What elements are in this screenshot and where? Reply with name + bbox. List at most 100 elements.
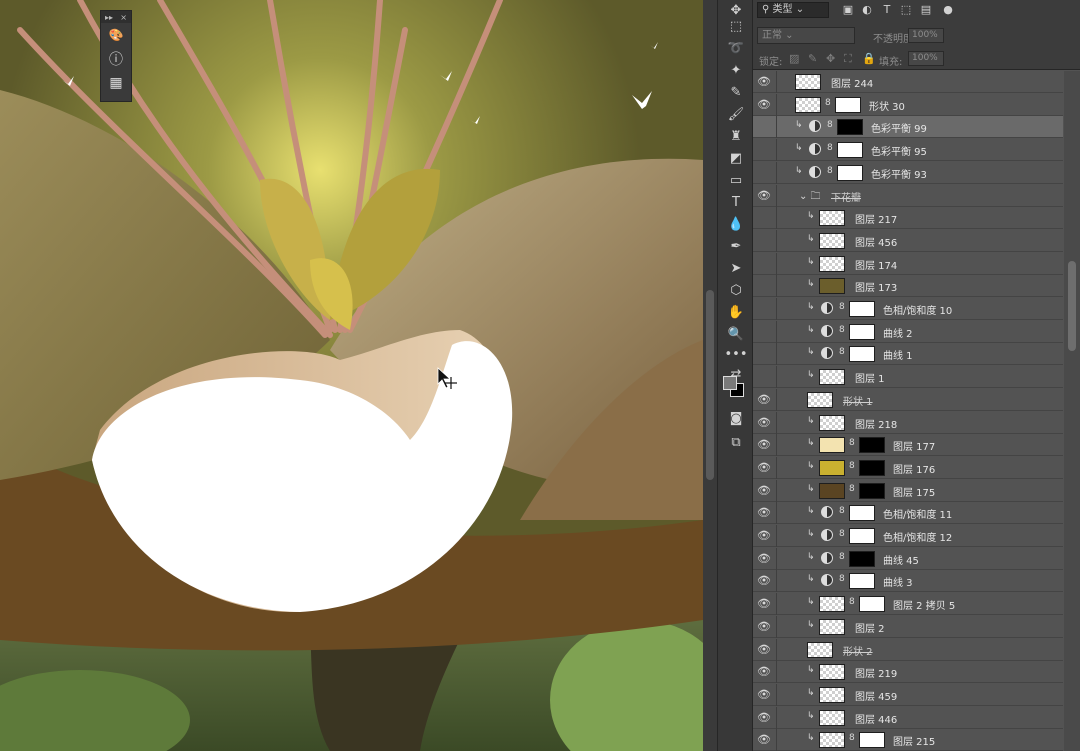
layer-mask-thumbnail[interactable]	[859, 732, 885, 749]
foreground-color-swatch[interactable]	[723, 376, 737, 390]
visibility-eye-icon[interactable]: 👁	[756, 596, 772, 612]
stamp-tool-button[interactable]: ♜	[724, 126, 748, 146]
quick-mask-button[interactable]: ◙	[724, 408, 748, 428]
hand-tool-button[interactable]: ✋	[724, 302, 748, 322]
lock-image-icon[interactable]: ✎	[808, 52, 817, 65]
layer-thumbnail[interactable]	[819, 255, 845, 272]
visibility-eye-icon[interactable]: 👁	[756, 437, 772, 453]
layer-filter-select[interactable]: ⚲ 类型 ⌄	[757, 2, 829, 18]
visibility-eye-icon[interactable]: 👁	[756, 346, 772, 362]
collapse-icon[interactable]: ▸▸	[105, 13, 113, 22]
screen-mode-button[interactable]: ⧉	[724, 432, 748, 452]
layer-name[interactable]: 图层 1	[855, 370, 885, 385]
brush-tool-button[interactable]: 🖌	[724, 104, 748, 124]
blend-mode-select[interactable]: 正常 ⌄	[757, 27, 855, 44]
visibility-eye-icon[interactable]: 👁	[756, 687, 772, 703]
magic-wand-tool-button[interactable]: ✦	[724, 60, 748, 80]
layer-row[interactable]: 👁 形状 2	[753, 638, 1063, 661]
eyedropper-tool-button[interactable]: ✎	[724, 82, 748, 102]
layer-name[interactable]: 形状 1	[843, 393, 873, 408]
shape-tool-button[interactable]: ⬡	[724, 280, 748, 300]
layer-thumbnail[interactable]	[819, 596, 845, 613]
type-filter-icon[interactable]: T	[880, 3, 894, 17]
layer-row[interactable]: 👁 ↳ 图层 217	[753, 207, 1063, 230]
layer-row[interactable]: 👁 ↳ 8 色彩平衡 99	[753, 116, 1063, 139]
visibility-eye-icon[interactable]: 👁	[756, 619, 772, 635]
layer-mask-thumbnail[interactable]	[835, 96, 861, 113]
layer-name[interactable]: 色彩平衡 95	[871, 143, 927, 158]
layer-name[interactable]: 图层 459	[855, 688, 897, 703]
shape-thumbnail[interactable]	[795, 96, 821, 113]
layers-scrollbar[interactable]	[1064, 71, 1080, 751]
visibility-eye-icon[interactable]: 👁	[756, 188, 772, 204]
layer-mask-thumbnail[interactable]	[849, 301, 875, 317]
layer-name[interactable]: 曲线 45	[883, 552, 919, 567]
canvas-scrollbar[interactable]	[703, 0, 717, 751]
grid-button[interactable]: ▦	[101, 71, 131, 95]
layer-thumbnail[interactable]	[819, 232, 845, 249]
layer-name[interactable]: 图层 174	[855, 257, 897, 272]
palette-button[interactable]: 🎨	[101, 23, 131, 47]
layer-mask-thumbnail[interactable]	[837, 142, 863, 159]
layer-name[interactable]: 色相/饱和度 11	[883, 506, 952, 521]
adjustment-filter-icon[interactable]: ◐	[860, 3, 874, 17]
layer-thumbnail[interactable]	[819, 686, 845, 703]
layer-name[interactable]: 形状 30	[869, 98, 905, 113]
visibility-eye-icon[interactable]: 👁	[756, 233, 772, 249]
layer-row[interactable]: 👁 ↳ 8 曲线 3	[753, 570, 1063, 593]
layer-mask-thumbnail[interactable]	[849, 505, 875, 522]
visibility-eye-icon[interactable]: 👁	[756, 505, 772, 521]
link-chain-icon[interactable]: 8	[839, 347, 845, 357]
layer-mask-thumbnail[interactable]	[849, 323, 875, 340]
layer-name[interactable]: 形状 2	[843, 643, 873, 658]
layer-name[interactable]: 曲线 2	[883, 325, 913, 340]
layer-name[interactable]: 图层 175	[893, 484, 935, 499]
link-chain-icon[interactable]: 8	[827, 166, 833, 176]
link-chain-icon[interactable]: 8	[849, 733, 855, 743]
layer-thumbnail[interactable]	[819, 437, 845, 454]
layer-row[interactable]: 👁 ↳ 图层 174	[753, 252, 1063, 275]
layer-row[interactable]: 👁 ↳ 8 曲线 2	[753, 320, 1063, 343]
visibility-eye-icon[interactable]: 👁	[756, 301, 772, 317]
layer-name[interactable]: 图层 218	[855, 416, 897, 431]
visibility-eye-icon[interactable]: 👁	[756, 415, 772, 431]
layer-mask-thumbnail[interactable]	[837, 164, 863, 181]
layer-thumbnail[interactable]	[819, 618, 845, 635]
link-chain-icon[interactable]: 8	[849, 461, 855, 471]
visibility-eye-icon[interactable]: 👁	[756, 528, 772, 544]
layer-thumbnail[interactable]	[819, 278, 845, 295]
layer-row[interactable]: 👁 ↳ 8 图层 176	[753, 456, 1063, 479]
document-canvas[interactable]: ▸▸ × 🎨 ⓘ ▦	[0, 0, 703, 751]
shape-thumbnail[interactable]	[807, 641, 833, 658]
layer-row[interactable]: 👁 ↳ 8 图层 175	[753, 479, 1063, 502]
layer-mask-thumbnail[interactable]	[859, 459, 885, 476]
pixel-filter-icon[interactable]: ▣	[841, 3, 855, 17]
eraser-tool-button[interactable]: ◩	[724, 148, 748, 168]
more-tools-button[interactable]: •••	[724, 344, 748, 364]
layer-row[interactable]: 👁 ↳ 8 图层 177	[753, 434, 1063, 457]
layer-row[interactable]: 👁 ↳ 图层 218	[753, 411, 1063, 434]
layer-mask-thumbnail[interactable]	[859, 596, 885, 613]
pen-tool-button[interactable]: ✒	[724, 236, 748, 256]
visibility-eye-icon[interactable]: 👁	[756, 74, 772, 90]
layer-name[interactable]: 色彩平衡 93	[871, 166, 927, 181]
layer-mask-thumbnail[interactable]	[849, 550, 875, 567]
layer-name[interactable]: 图层 173	[855, 279, 897, 294]
layer-row[interactable]: 👁 ↳ 图层 459	[753, 683, 1063, 706]
layer-row[interactable]: 👁 ↳ 8 色相/饱和度 10	[753, 298, 1063, 320]
layer-row[interactable]: 👁 ↳ 图层 219	[753, 661, 1063, 684]
link-chain-icon[interactable]: 8	[849, 597, 855, 607]
lock-all-icon[interactable]: 🔒	[862, 52, 876, 65]
layer-thumbnail[interactable]	[819, 664, 845, 681]
fill-field[interactable]: 100%	[908, 51, 944, 66]
layer-thumbnail[interactable]	[795, 74, 821, 90]
group-folder-icon[interactable]: ⌄ 🗀	[799, 189, 821, 206]
link-chain-icon[interactable]: 8	[827, 120, 833, 130]
layer-mask-thumbnail[interactable]	[849, 528, 875, 544]
link-chain-icon[interactable]: 8	[849, 438, 855, 448]
visibility-eye-icon[interactable]: 👁	[756, 483, 772, 499]
visibility-eye-icon[interactable]: 👁	[756, 642, 772, 658]
visibility-eye-icon[interactable]: 👁	[756, 369, 772, 385]
layer-name[interactable]: 色相/饱和度 10	[883, 302, 952, 317]
layer-thumbnail[interactable]	[819, 709, 845, 726]
